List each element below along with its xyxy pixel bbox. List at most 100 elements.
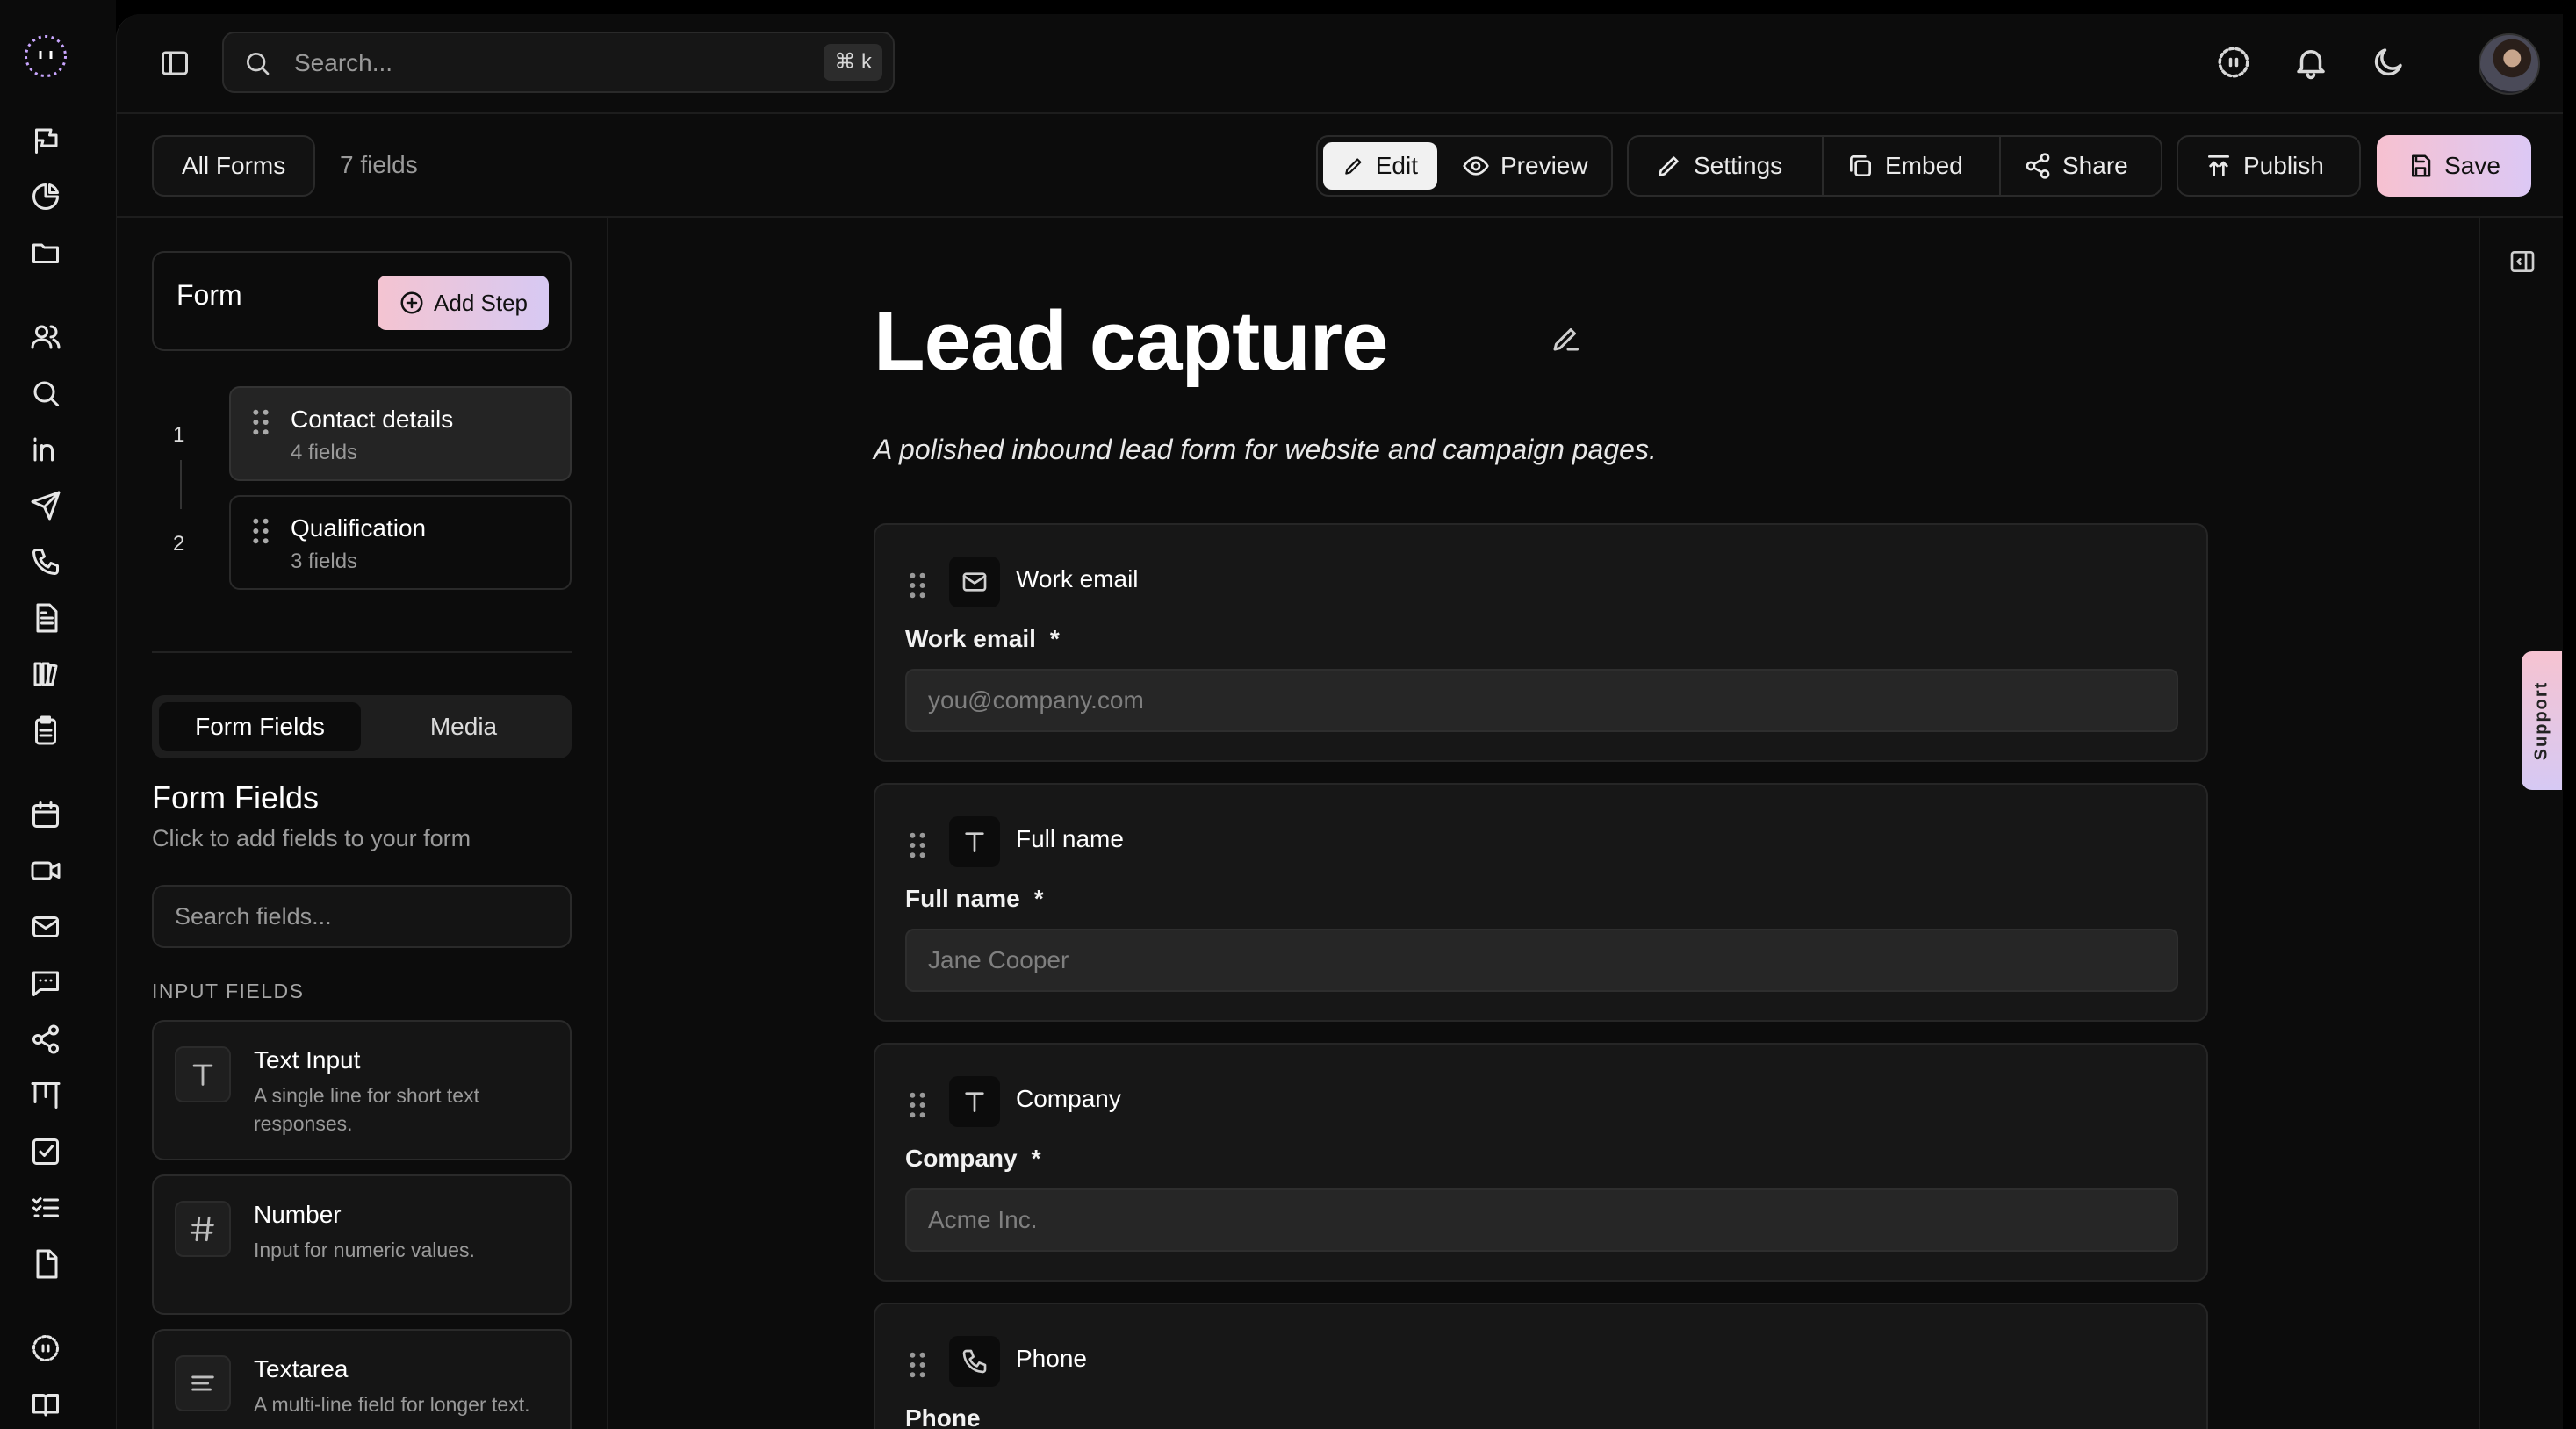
field-type-description: Input for numeric values. [254, 1239, 475, 1261]
mode-toggle: Edit Preview [1316, 135, 1613, 197]
fields-title: Form Fields [152, 779, 320, 815]
book-icon[interactable] [30, 1389, 61, 1420]
calendar-icon[interactable] [30, 799, 61, 830]
question-label: Company * [905, 1145, 1041, 1172]
kanban-icon[interactable] [30, 1080, 61, 1111]
linkedin-icon[interactable] [30, 434, 61, 465]
fields-search-input[interactable] [152, 885, 572, 948]
pencil-icon [1659, 156, 1679, 176]
users-icon[interactable] [30, 321, 61, 353]
pencil-icon[interactable] [1550, 323, 1581, 355]
drag-handle-icon[interactable] [909, 572, 926, 599]
question-label: Full name * [905, 885, 1044, 912]
text-icon [175, 1046, 231, 1102]
required-marker: * [1033, 885, 1044, 912]
upload-icon [2208, 155, 2229, 176]
send-icon[interactable] [30, 490, 61, 521]
tab-media[interactable]: Media [363, 702, 565, 751]
clipboard-icon[interactable] [30, 714, 61, 746]
drag-handle-icon[interactable] [252, 518, 270, 544]
search-icon[interactable] [30, 377, 61, 409]
moon-icon[interactable] [2370, 44, 2407, 81]
form-title[interactable]: Lead capture [874, 293, 1389, 390]
flag-icon[interactable] [30, 125, 61, 156]
list-check-icon[interactable] [30, 1192, 61, 1224]
avatar[interactable] [2479, 33, 2540, 95]
eye-icon [1463, 156, 1489, 176]
form-label: Form [176, 279, 242, 311]
mail-icon[interactable] [30, 911, 61, 943]
step-number: 2 [173, 532, 185, 556]
text-icon [949, 1076, 1000, 1127]
email-field[interactable] [905, 669, 2178, 732]
field-type-text-input[interactable]: Text Input A single line for short text … [152, 1020, 572, 1160]
message-icon[interactable] [30, 967, 61, 999]
form-canvas: Lead capture A polished inbound lead for… [608, 216, 2479, 1429]
logo-icon[interactable] [2215, 44, 2252, 81]
edit-button[interactable]: Edit [1323, 142, 1437, 190]
pencil-icon [1345, 158, 1362, 175]
logo-icon[interactable] [19, 30, 72, 83]
field-type-name: Text Input [254, 1046, 361, 1074]
editor-toolbar: All Forms 7 fields Edit Preview Settings… [117, 112, 2563, 218]
divider [1999, 137, 2001, 195]
question-card-full-name[interactable]: Full name Full name * [874, 783, 2208, 1022]
publish-group: Publish [2177, 135, 2361, 197]
full-name-field[interactable] [905, 929, 2178, 992]
document-icon[interactable] [30, 602, 61, 634]
search-shortcut: ⌘ k [824, 44, 882, 81]
hash-icon [175, 1201, 231, 1257]
field-type-description: A single line for short text responses. [254, 1084, 479, 1135]
step-item-qualification[interactable]: Qualification 3 fields [229, 495, 572, 590]
save-button[interactable]: Save [2377, 135, 2531, 197]
preview-button[interactable]: Preview [1443, 142, 1608, 190]
step-item-contact-details[interactable]: Contact details 4 fields [229, 386, 572, 481]
field-type-number[interactable]: Number Input for numeric values. [152, 1174, 572, 1315]
all-forms-button[interactable]: All Forms [152, 135, 316, 197]
question-label: Work email * [905, 625, 1060, 652]
add-step-button[interactable]: Add Step [378, 276, 549, 330]
folder-icon[interactable] [30, 237, 61, 269]
embed-button[interactable]: Embed [1827, 142, 1982, 190]
file-icon[interactable] [30, 1248, 61, 1280]
plus-circle-icon [400, 291, 423, 314]
company-field[interactable] [905, 1188, 2178, 1252]
global-search[interactable]: Search... ⌘ k [222, 32, 895, 93]
sidebar-toggle-icon[interactable] [159, 47, 191, 79]
support-tab[interactable]: Support [2522, 651, 2562, 790]
question-card-phone[interactable]: Phone Phone [874, 1303, 2208, 1429]
divider [1822, 137, 1824, 195]
form-description[interactable]: A polished inbound lead form for website… [874, 434, 1657, 466]
drag-handle-icon[interactable] [909, 1352, 926, 1378]
field-type-textarea[interactable]: Textarea A multi-line field for longer t… [152, 1329, 572, 1429]
fields-subtitle: Click to add fields to your form [152, 825, 471, 851]
section-label: INPUT FIELDS [152, 980, 305, 1002]
phone-icon[interactable] [30, 546, 61, 578]
pie-chart-icon[interactable] [30, 181, 61, 212]
video-icon[interactable] [30, 855, 61, 887]
share-icon[interactable] [30, 1023, 61, 1055]
tab-form-fields[interactable]: Form Fields [159, 702, 361, 751]
form-actions: Settings Embed Share [1627, 135, 2162, 197]
library-icon[interactable] [30, 658, 61, 690]
bell-icon[interactable] [2292, 44, 2329, 81]
question-card-company[interactable]: Company Company * [874, 1043, 2208, 1282]
main-frame: Search... ⌘ k All Forms 7 fields Edit Pr… [116, 14, 2563, 1429]
drag-handle-icon[interactable] [252, 409, 270, 435]
step-name: Qualification [291, 514, 427, 542]
drag-handle-icon[interactable] [909, 832, 926, 858]
checkbox-icon[interactable] [30, 1136, 61, 1167]
question-header: Work email [1016, 565, 1139, 592]
phone-icon [949, 1336, 1000, 1387]
panel-tabs: Form Fields Media [152, 695, 572, 758]
step-number: 1 [173, 423, 185, 447]
required-marker: * [1031, 1145, 1041, 1172]
logo-icon[interactable] [30, 1332, 61, 1364]
question-card-work-email[interactable]: Work email Work email * [874, 523, 2208, 762]
share-button[interactable]: Share [2004, 142, 2148, 190]
settings-button[interactable]: Settings [1636, 142, 1802, 190]
panel-collapse-icon[interactable] [2508, 248, 2536, 276]
field-type-name: Number [254, 1201, 342, 1228]
publish-button[interactable]: Publish [2185, 142, 2343, 190]
drag-handle-icon[interactable] [909, 1092, 926, 1118]
